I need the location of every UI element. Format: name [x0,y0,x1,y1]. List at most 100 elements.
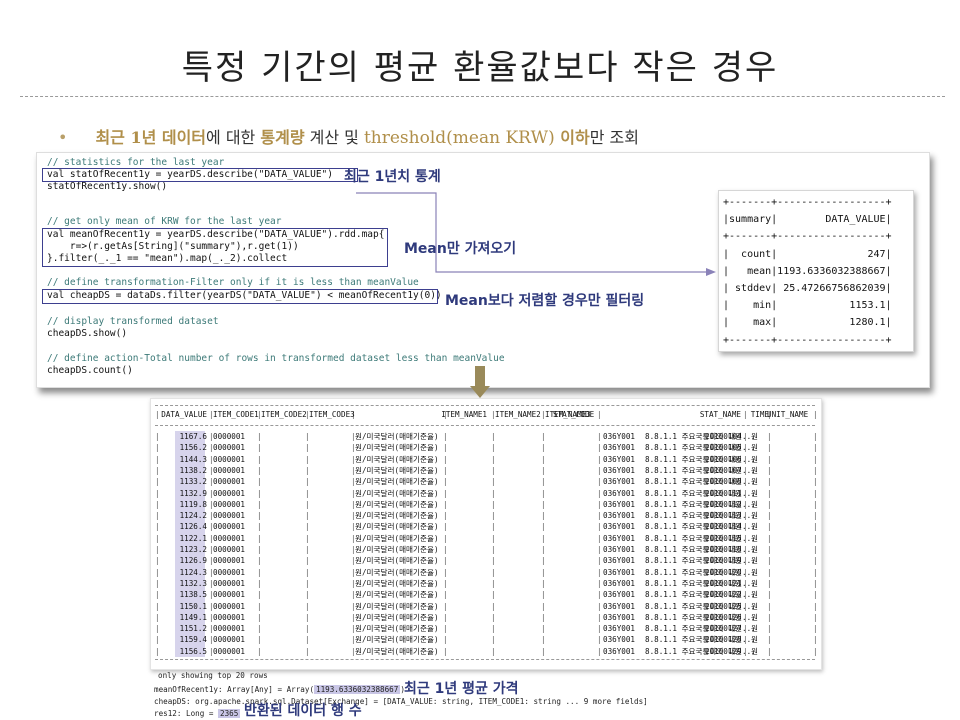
table-cell: 1156.5 [179,646,207,656]
table-cell: 원 [751,578,758,588]
table-cell: 원 [751,556,758,566]
table-cell: 0000001 [213,601,246,611]
column-separator: | [257,477,262,487]
table-cell: 20100126 [705,612,742,622]
column-separator: | [305,443,310,453]
table-cell: 원 [751,443,758,453]
table-cell: 원 [751,612,758,622]
column-separator: | [257,567,262,577]
table-cell: 20100107 [705,465,742,475]
table-cell: 0000001 [213,522,246,532]
table-cell: 원/미국달러(매매기준율) [355,578,439,588]
column-separator: | [305,612,310,622]
table-cell: 20100114 [705,522,742,532]
column-separator: | [597,454,602,464]
table-header-cell: ITEM_CODE2 [261,410,307,419]
column-separator: | [443,511,448,521]
table-cell: 20100113 [705,511,742,521]
table-cell: 20100108 [705,477,742,487]
column-separator: | [305,533,310,543]
table-cell: 원 [751,533,758,543]
table-cell: 0000001 [213,578,246,588]
table-cell: 원 [751,477,758,487]
table-cell: 1132.9 [179,488,207,498]
column-separator: | [597,545,602,554]
table-cell: 20100118 [705,545,742,554]
table-cell: 20100112 [705,499,742,509]
column-separator: | [305,488,310,498]
console-res-value: 2365 [218,709,241,718]
column-separator: | [541,635,546,645]
column-separator: | [541,567,546,577]
table-row: | | | | | | | | | | | | 1132.3 0000001 원/미국달러(매매기준율) 03… [151,578,821,589]
table-cell: 1126.4 [179,522,207,532]
column-separator: | [541,477,546,487]
column-separator: | [813,545,818,554]
column-separator: | [597,443,602,453]
column-separator: | [257,646,262,656]
column-separator: | [257,443,262,453]
console-mean-value: 1193.6336032388667 [314,685,401,694]
table-header-cell: STAT_CODE [553,410,595,419]
table-cell: 0000001 [213,533,246,543]
table-cell: 1138.5 [179,590,207,600]
column-separator: | [491,522,496,532]
column-separator: | [813,432,818,441]
column-separator: | [597,646,602,656]
table-header-cell: TIME [750,410,769,419]
column-separator: | [305,624,310,634]
column-separator: | [305,432,310,441]
table-cell: 원/미국달러(매매기준율) [355,590,439,600]
table-cell: 20100122 [705,590,742,600]
column-separator: | [813,488,818,498]
console-dataset-line: cheapDS: org.apache.spark.sql.Dataset[Ex… [154,697,648,706]
table-top-rule [155,405,815,406]
describe-output-line: +-------+------------------+ [723,197,892,208]
column-separator: | [541,454,546,464]
table-cell: 1151.2 [179,624,207,634]
describe-output-panel: +-------+------------------+ |summary| DA… [718,190,914,352]
column-separator: | [597,612,602,622]
table-cell: 원/미국달러(매매기준율) [355,533,439,543]
console-res-line: res12: Long = 2365 [154,709,241,718]
console-mean-line: meanOfRecent1y: Array[Any] = Array(1193.… [154,685,405,694]
column-separator: | [443,590,448,600]
column-separator: | [305,545,310,554]
column-separator: | [443,635,448,645]
column-separator: | [813,601,818,611]
table-cell: 원/미국달러(매매기준율) [355,511,439,521]
column-separator: | [813,443,818,453]
table-cell: 원 [751,465,758,475]
table-cell: 원 [751,567,758,577]
table-header-cell: UNIT_NAME [767,410,809,419]
table-row: | | | | | | | | | | | | 1156.2 0000001 원/미국달러(매매기준율) 03… [151,442,821,453]
table-header: | | | | | | | | | | | | DATA_VALUE ITEM_CODE1 ITEM_COD… [151,409,821,420]
console-mean-prefix: meanOfRecent1y: Array[Any] = Array( [154,685,315,694]
column-separator: | [443,556,448,566]
column-separator: | [305,578,310,588]
column-separator: | [443,567,448,577]
describe-output-line: | stddev| 25.47266756862039| [723,283,892,294]
table-row: | | | | | | | | | | | | 1126.4 0000001 원/미국달러(매매기준율) 03… [151,521,821,532]
column-separator: | [443,612,448,622]
column-separator: | [813,533,818,543]
table-cell: 원 [751,590,758,600]
table-header-cell: ITEM_NAME1 [441,410,487,419]
column-separator: | [491,556,496,566]
table-cell: 1124.2 [179,511,207,521]
table-cell: 20100127 [705,624,742,634]
column-separator: | [813,454,818,464]
console-res-prefix: res12: Long = [154,709,219,718]
column-separator: | [491,612,496,622]
table-cell: 원/미국달러(매매기준율) [355,499,439,509]
table-cell: 1167.6 [179,432,207,441]
table-header-cell: ITEM_NAME2 [495,410,541,419]
column-separator: | [491,567,496,577]
table-cell: 원 [751,488,758,498]
column-separator: | [491,590,496,600]
table-cell: 원/미국달러(매매기준율) [355,556,439,566]
column-separator: | [305,511,310,521]
table-row: | | | | | | | | | | | | 1151.2 0000001 원/미국달러(매매기준율) 03… [151,623,821,634]
table-cell: 20100104 [705,432,742,441]
column-separator: | [257,522,262,532]
